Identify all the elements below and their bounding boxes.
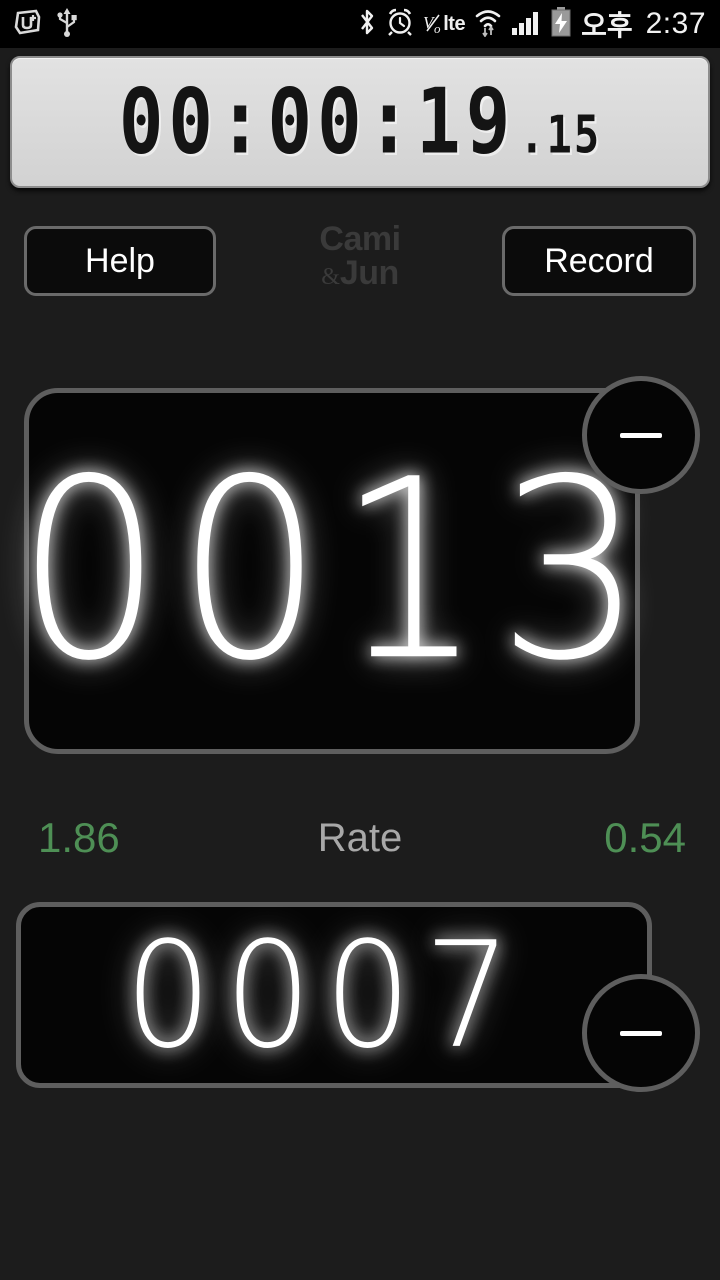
usb-icon [56,7,78,42]
stopwatch-main-time: 00:00:19 [118,69,516,175]
minus-icon [620,432,662,438]
rate-label: Rate [317,815,403,860]
record-button[interactable]: Record [502,226,696,296]
stopwatch-display[interactable]: 00:00:19.15 [10,56,710,188]
primary-counter-value: 0013 [16,426,658,716]
secondary-counter-value: 0007 [124,909,524,1081]
secondary-counter-panel[interactable]: 0007 [16,902,652,1088]
primary-counter-panel[interactable]: 0013 [16,388,644,754]
brand-line-2: Jun [339,254,399,292]
svg-text:o: o [434,21,441,36]
record-button-label: Record [544,241,654,280]
primary-counter-decrement-button[interactable] [582,376,700,494]
bluetooth-icon [357,7,377,42]
minus-icon [620,1030,662,1036]
alarm-clock-icon [386,7,414,42]
toolbar: Help Cami &Jun Record [0,222,720,322]
rate-right-value: 0.54 [604,814,686,861]
status-bar-right-icons: V o lte 오후 2:37 [357,4,706,44]
status-bar-clock: 2:37 [645,7,706,40]
uplus-app-icon [14,8,42,41]
help-button[interactable]: Help [24,226,216,296]
brand-line-1: Cami [319,220,401,258]
status-bar-left-icons [14,7,78,42]
brand-line-2-wrap: &Jun [260,256,460,290]
status-bar: V o lte 오후 2:37 [0,0,720,48]
signal-bars-icon [511,7,541,42]
rate-left-value: 1.86 [38,814,120,861]
volte-icon: V o lte [423,11,465,37]
wifi-icon [474,7,502,42]
rate-row: 1.86 Rate 0.54 [0,806,720,870]
brand-ampersand: & [321,264,340,290]
battery-charging-icon [550,6,572,43]
help-button-label: Help [85,241,155,280]
app-brand-logo: Cami &Jun [260,222,460,290]
secondary-counter-decrement-button[interactable] [582,974,700,1092]
stopwatch-fraction: .15 [519,104,602,165]
stopwatch-readout: 00:00:19.15 [119,70,601,175]
volte-label: lte [443,12,466,35]
status-bar-ampm: 오후 [581,10,633,41]
